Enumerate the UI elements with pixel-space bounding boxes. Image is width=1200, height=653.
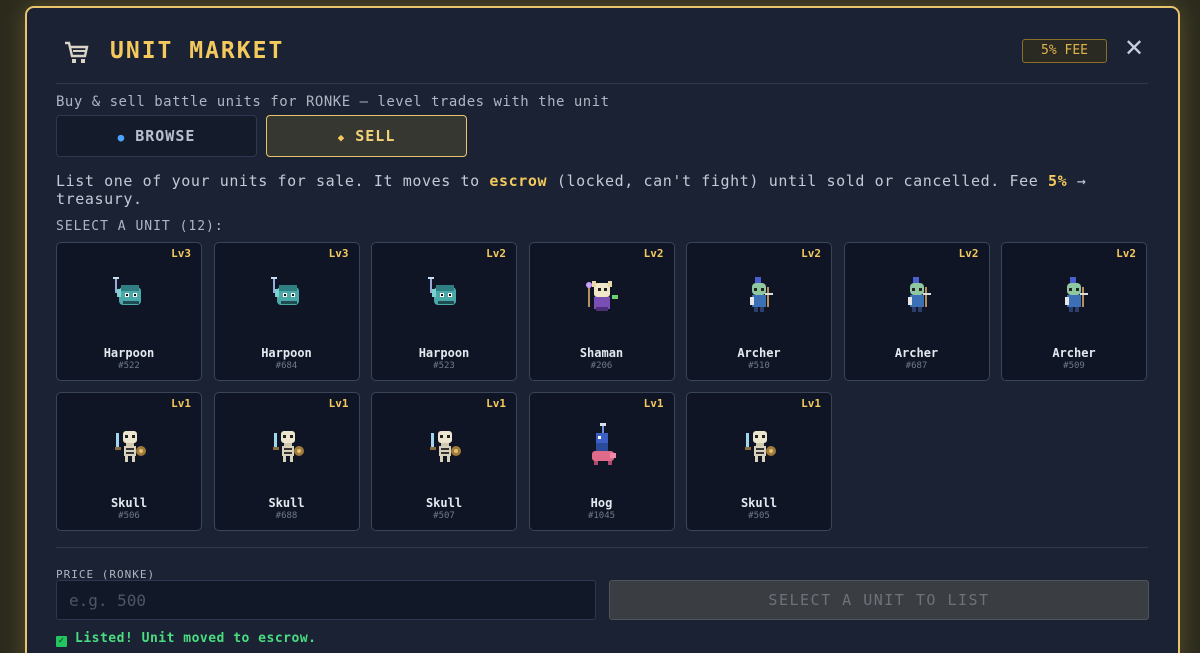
unit-card[interactable]: Lv2 Archer #509 (1001, 242, 1147, 381)
unit-name: Harpoon (261, 346, 312, 360)
hog-sprite (580, 423, 624, 467)
unit-level-badge: Lv2 (486, 247, 506, 260)
unit-card[interactable]: Lv3 Harpoon #522 (56, 242, 202, 381)
unit-level-badge: Lv2 (1116, 247, 1136, 260)
tab-browse-label: BROWSE (135, 127, 196, 145)
unit-name: Skull (425, 496, 463, 510)
unit-id: #1045 (587, 511, 616, 521)
unit-card[interactable]: Lv2 Archer #687 (843, 242, 990, 381)
unit-card[interactable]: Lv2 Archer #510 (686, 242, 832, 381)
tab-sell-label: SELL (355, 127, 396, 145)
unit-level-badge: Lv2 (958, 247, 979, 260)
unit-level-badge: Lv1 (643, 397, 664, 410)
unit-name: Skull (268, 496, 305, 510)
close-button[interactable]: ✕ (1120, 34, 1148, 64)
unit-name: Archer (894, 346, 939, 360)
unit-id: #687 (905, 361, 928, 371)
unit-id: #523 (433, 361, 455, 371)
unit-card[interactable]: Lv1 Skull #507 (371, 392, 517, 531)
unit-card[interactable]: Lv2 Harpoon #523 (371, 242, 517, 381)
unit-level-badge: Lv2 (801, 247, 821, 260)
unit-card[interactable]: Lv1 Skull #506 (56, 392, 202, 531)
sell-description: List one of your units for sale. It move… (56, 172, 1136, 208)
list-unit-button[interactable]: SELECT A UNIT TO LIST (609, 580, 1149, 620)
desc-escrow: escrow (489, 172, 548, 190)
unit-name: Skull (740, 496, 778, 510)
tag-icon: ◆ (337, 131, 346, 144)
cart-icon (62, 38, 90, 66)
unit-card[interactable]: Lv1 Skull #688 (213, 392, 360, 531)
harpoon-sprite (265, 273, 309, 317)
unit-card[interactable]: Lv1 Hog #1045 (528, 392, 675, 531)
magnifier-icon: ● (117, 131, 126, 144)
desc-text-1: List one of your units for sale. It move… (56, 172, 490, 190)
harpoon-sprite (422, 273, 466, 317)
harpoon-sprite (107, 273, 151, 317)
skull-sprite (422, 423, 466, 467)
price-input[interactable] (56, 580, 596, 620)
unit-id: #522 (118, 361, 140, 371)
unit-id: #688 (275, 511, 298, 521)
unit-name: Shaman (579, 346, 624, 360)
archer-sprite (1052, 273, 1096, 317)
grid-divider (56, 547, 1148, 548)
fee-badge: 5% FEE (1022, 39, 1107, 63)
unit-id: #509 (1063, 361, 1085, 371)
unit-level-badge: Lv1 (328, 397, 349, 410)
unit-name: Skull (110, 496, 148, 510)
unit-card[interactable]: Lv2 Shaman #206 (528, 242, 675, 381)
skull-sprite (265, 423, 309, 467)
desc-fee: 5% (1048, 172, 1068, 190)
shaman-sprite (580, 273, 624, 317)
tab-sell[interactable]: ◆ SELL (266, 115, 467, 157)
unit-level-badge: Lv1 (801, 397, 821, 410)
unit-id: #507 (433, 511, 455, 521)
desc-text-2: (locked, can't fight) until sold or canc… (547, 172, 1048, 190)
select-unit-label: SELECT A UNIT (12): (56, 219, 224, 234)
unit-name: Harpoon (103, 346, 155, 360)
unit-name: Archer (737, 346, 781, 360)
tab-browse[interactable]: ● BROWSE (56, 115, 257, 157)
skull-sprite (737, 423, 781, 467)
unit-level-badge: Lv2 (643, 247, 664, 260)
unit-card[interactable]: Lv1 Skull #505 (686, 392, 832, 531)
unit-name: Harpoon (418, 346, 470, 360)
unit-name: Hog (590, 496, 613, 510)
check-icon: ✓ (56, 636, 67, 647)
unit-level-badge: Lv3 (171, 247, 191, 260)
unit-level-badge: Lv3 (328, 247, 349, 260)
unit-id: #206 (590, 361, 613, 371)
archer-sprite (737, 273, 781, 317)
status-text: Listed! Unit moved to escrow. (75, 631, 317, 646)
unit-name: Archer (1052, 346, 1096, 360)
archer-sprite (895, 273, 939, 317)
modal-title: UNIT MARKET (110, 38, 285, 64)
unit-market-modal: UNIT MARKET 5% FEE ✕ Buy & sell battle u… (25, 6, 1180, 653)
market-subtitle: Buy & sell battle units for RONKE — leve… (56, 94, 610, 110)
skull-sprite (107, 423, 151, 467)
unit-id: #506 (118, 511, 140, 521)
unit-id: #684 (275, 361, 298, 371)
unit-card[interactable]: Lv3 Harpoon #684 (213, 242, 360, 381)
unit-level-badge: Lv1 (486, 397, 506, 410)
status-message: ✓ Listed! Unit moved to escrow. (56, 631, 316, 647)
header-divider (56, 83, 1148, 84)
unit-id: #510 (748, 361, 770, 371)
unit-id: #505 (748, 511, 770, 521)
unit-level-badge: Lv1 (171, 397, 191, 410)
modal-header: UNIT MARKET 5% FEE ✕ (56, 34, 1148, 84)
